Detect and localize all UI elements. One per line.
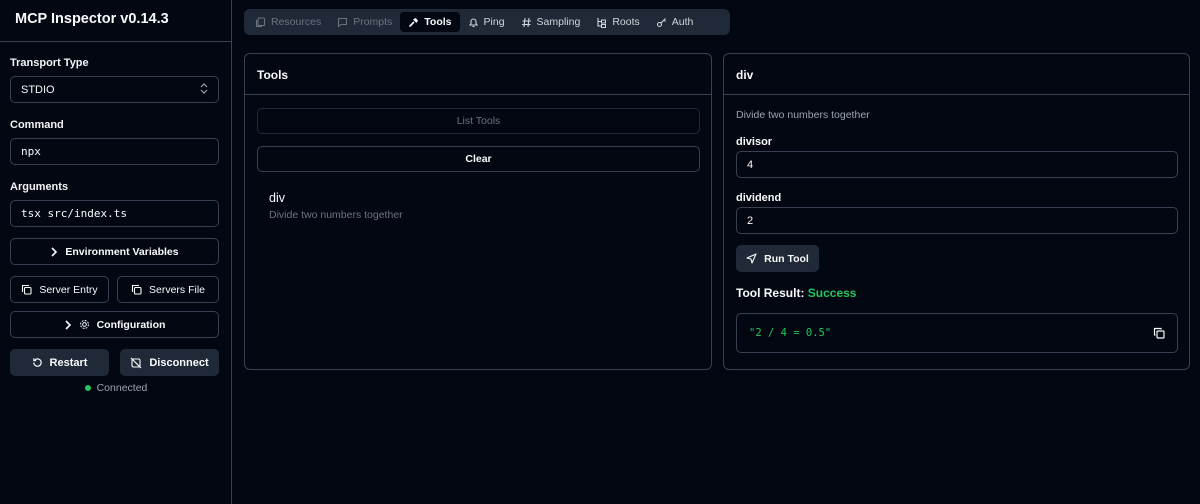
tool-result-text: "2 / 4 = 0.5" [749, 327, 832, 339]
tool-detail-panel: div Divide two numbers together divisor … [723, 53, 1190, 370]
tool-result-label: Tool Result: [736, 286, 805, 300]
arguments-input[interactable]: tsx src/index.ts [10, 200, 219, 227]
dividend-input[interactable]: 2 [736, 207, 1178, 234]
chevron-up-down-icon [200, 83, 208, 96]
folder-tree-icon [596, 17, 607, 28]
list-item[interactable]: div Divide two numbers together [269, 191, 403, 221]
environment-variables-button[interactable]: Environment Variables [10, 238, 219, 265]
tab-ping[interactable]: Ping [460, 12, 513, 32]
servers-file-button[interactable]: Servers File [117, 276, 219, 303]
arguments-label: Arguments [10, 181, 69, 193]
run-tool-label: Run Tool [764, 252, 809, 265]
restart-button[interactable]: Restart [10, 349, 109, 376]
key-icon [656, 17, 667, 28]
tool-detail-description: Divide two numbers together [736, 109, 870, 121]
tab-label: Ping [483, 16, 505, 28]
run-tool-button[interactable]: Run Tool [736, 245, 819, 272]
tool-result-box: "2 / 4 = 0.5" [736, 313, 1178, 353]
chevron-right-icon [64, 319, 72, 330]
tab-bar: Resources Prompts Tools Ping Sampling Ro… [244, 9, 730, 35]
configuration-button[interactable]: Configuration [10, 311, 219, 338]
hammer-icon [408, 17, 419, 28]
restart-label: Restart [49, 356, 88, 369]
tab-tools[interactable]: Tools [400, 12, 460, 32]
tool-name: div [269, 191, 285, 205]
tab-label: Auth [671, 16, 694, 28]
configuration-label: Configuration [96, 318, 166, 331]
tab-auth[interactable]: Auth [648, 12, 702, 32]
server-entry-button[interactable]: Server Entry [10, 276, 109, 303]
disconnect-label: Disconnect [149, 356, 209, 369]
copy-icon[interactable] [1153, 327, 1165, 339]
status-dot [84, 385, 91, 391]
servers-file-label: Servers File [148, 283, 205, 296]
tab-roots[interactable]: Roots [588, 12, 647, 32]
tab-label: Roots [612, 16, 640, 28]
status-text: Connected [96, 382, 148, 394]
tools-panel: Tools List Tools Clear div Divide two nu… [244, 53, 712, 370]
copy-icon [21, 284, 32, 295]
gear-icon [79, 319, 90, 330]
tool-detail-title: div [724, 54, 1189, 95]
tool-description: Divide two numbers together [269, 209, 403, 221]
files-icon [255, 16, 266, 28]
divisor-input[interactable]: 4 [736, 151, 1178, 178]
chevron-right-icon [50, 246, 58, 257]
disconnect-button[interactable]: Disconnect [120, 349, 219, 376]
tool-result-heading: Tool Result: Success [736, 286, 856, 300]
unplug-icon [130, 357, 142, 369]
transport-type-select[interactable]: STDIO [10, 76, 219, 103]
hash-icon [521, 17, 532, 28]
sidebar: MCP Inspector v0.14.3 Transport Type STD… [0, 0, 232, 504]
send-icon [746, 253, 757, 264]
environment-variables-label: Environment Variables [65, 245, 179, 258]
tool-result-status: Success [807, 286, 857, 300]
command-label: Command [10, 119, 64, 131]
transport-type-label: Transport Type [10, 57, 89, 69]
tab-label: Sampling [536, 16, 581, 28]
rotate-ccw-icon [32, 357, 43, 368]
connection-status: Connected [0, 382, 232, 394]
tab-label: Resources [271, 16, 322, 28]
tab-label: Prompts [353, 16, 393, 28]
divisor-label: divisor [736, 136, 773, 148]
command-input[interactable]: npx [10, 138, 219, 165]
tab-sampling[interactable]: Sampling [513, 12, 589, 32]
copy-icon [131, 284, 142, 295]
app-title: MCP Inspector v0.14.3 [0, 0, 231, 42]
bell-icon [468, 17, 479, 28]
tab-prompts[interactable]: Prompts [329, 12, 400, 32]
server-entry-label: Server Entry [39, 283, 98, 296]
tab-resources[interactable]: Resources [247, 12, 329, 32]
tab-label: Tools [424, 16, 452, 28]
message-icon [337, 17, 348, 28]
transport-type-value: STDIO [21, 83, 55, 96]
tools-panel-title: Tools [245, 54, 711, 95]
clear-button[interactable]: Clear [257, 146, 700, 172]
dividend-label: dividend [736, 192, 782, 204]
list-tools-button[interactable]: List Tools [257, 108, 700, 134]
